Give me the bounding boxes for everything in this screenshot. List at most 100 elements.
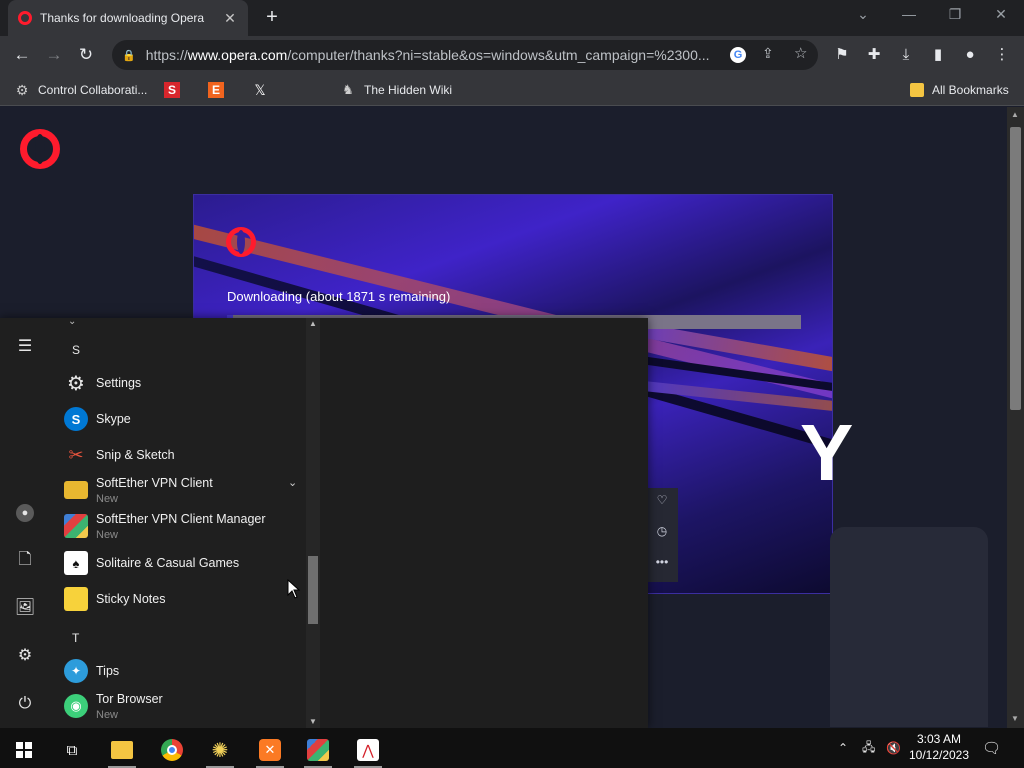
scroll-down-arrow[interactable]: ▼ xyxy=(306,716,320,728)
app-list: S ⚙ Settings S Skype ✂ Snip & Sketch Sof… xyxy=(50,318,306,728)
google-lens-icon[interactable]: G xyxy=(730,47,746,63)
browser-toolbar: ← → ↻ 🔒 https://www.opera.com/computer/t… xyxy=(0,36,1024,74)
power-icon[interactable]: ⏻ xyxy=(13,692,37,716)
app-list-scroll-thumb[interactable] xyxy=(308,556,318,624)
volume-muted-icon[interactable]: 🔇 xyxy=(886,728,901,768)
restore-button[interactable]: ❐ xyxy=(932,0,978,30)
tips-icon: ✦ xyxy=(64,659,88,683)
clock-icon[interactable]: ◷ xyxy=(654,523,670,539)
back-button[interactable]: ← xyxy=(10,43,34,67)
clock-date: 10/12/2023 xyxy=(908,748,970,762)
show-hidden-icons[interactable]: ⌃ xyxy=(838,728,848,768)
flag-icon[interactable]: ⚑ xyxy=(830,43,854,67)
taskbar-file-explorer[interactable] xyxy=(102,732,142,768)
taskbar-chrome[interactable] xyxy=(152,732,192,768)
all-bookmarks-button[interactable]: All Bookmarks xyxy=(910,80,1009,100)
notification-center-icon[interactable]: 🗨 xyxy=(982,728,1001,768)
bookmark-hidden-wiki[interactable]: ♞ The Hidden Wiki xyxy=(340,80,452,100)
scroll-up-arrow[interactable]: ▲ xyxy=(1011,110,1019,119)
section-separator: ⌄ xyxy=(68,318,77,327)
xampp-icon: ✕ xyxy=(259,739,281,761)
bookmark-e[interactable]: E xyxy=(208,80,232,100)
user-account-icon[interactable]: ● xyxy=(13,500,37,524)
share-icon[interactable]: ⇪ xyxy=(762,45,774,62)
tab-title: Thanks for downloading Opera xyxy=(40,11,205,25)
bookmark-control-collaboration[interactable]: ⚙ Control Collaborati... xyxy=(14,80,148,100)
start-rail: ☰ ● 🗋 🖼 ⚙ ⏻ xyxy=(0,318,50,728)
folder-icon xyxy=(64,481,88,499)
app-skype[interactable]: S Skype xyxy=(64,401,304,437)
acrobat-icon: ⋀ xyxy=(357,739,379,761)
download-icon[interactable]: ⤓ xyxy=(894,43,918,67)
close-window-button[interactable]: ✕ xyxy=(978,0,1024,30)
app-tips[interactable]: ✦ Tips xyxy=(64,653,304,689)
documents-icon[interactable]: 🗋 xyxy=(13,548,37,572)
start-tiles-area xyxy=(320,318,648,728)
softether-manager-icon xyxy=(64,514,88,538)
app-softether-vpn-manager[interactable]: SoftEther VPN Client Manager New xyxy=(64,508,304,544)
page-scrollbar[interactable]: ▲ ▼ xyxy=(1007,107,1024,728)
app-softether-vpn-client[interactable]: SoftEther VPN Client New xyxy=(64,472,304,508)
softether-manager-icon xyxy=(307,739,329,761)
letter-header-t[interactable]: T xyxy=(72,631,79,645)
opera-sidebar-fragment: ♡ ◷ ••• xyxy=(646,488,678,582)
bookmarks-bar: ⚙ Control Collaborati... S E 𝕏 ♞ The Hid… xyxy=(0,74,1024,106)
pictures-icon[interactable]: 🖼 xyxy=(13,596,37,620)
taskbar-app-bee[interactable]: ✺ xyxy=(200,732,240,768)
close-tab-icon[interactable]: ✕ xyxy=(222,10,238,27)
app-sticky-notes[interactable]: Sticky Notes xyxy=(64,581,304,617)
forward-button[interactable]: → xyxy=(42,43,66,67)
scroll-down-arrow[interactable]: ▼ xyxy=(1011,714,1019,723)
gear-icon: ⚙ xyxy=(67,372,85,395)
opera-logo-icon[interactable] xyxy=(20,129,60,169)
settings-gear-icon[interactable]: ⚙ xyxy=(13,644,37,668)
snip-sketch-icon: ✂ xyxy=(68,444,84,465)
extensions-icon[interactable]: ✚ xyxy=(862,43,886,67)
letter-header-s[interactable]: S xyxy=(72,343,80,357)
download-status: Downloading (about 1871 s remaining) xyxy=(227,289,451,304)
windows-start-button[interactable] xyxy=(4,732,44,768)
app-list-scrollbar[interactable]: ▲ ▼ xyxy=(306,318,320,728)
taskbar-acrobat[interactable]: ⋀ xyxy=(348,732,388,768)
taskbar-softether[interactable] xyxy=(298,732,338,768)
system-clock[interactable]: 3:03 AM 10/12/2023 xyxy=(906,731,972,763)
side-panel-icon[interactable]: ▮ xyxy=(926,43,950,67)
tab-search-icon[interactable]: ⌄ xyxy=(840,0,886,30)
taskbar-xampp[interactable]: ✕ xyxy=(250,732,290,768)
menu-kebab-icon[interactable]: ⋮ xyxy=(990,43,1014,67)
app-settings[interactable]: ⚙ Settings xyxy=(64,365,304,401)
file-explorer-icon xyxy=(111,741,133,759)
chevron-down-icon[interactable]: ⌄ xyxy=(288,476,297,489)
heart-icon[interactable]: ♡ xyxy=(654,492,670,508)
app-solitaire[interactable]: ♠ Solitaire & Casual Games xyxy=(64,545,304,581)
bookmark-x[interactable]: 𝕏 xyxy=(252,80,276,100)
mouse-cursor-icon xyxy=(287,579,301,599)
minimize-button[interactable]: — xyxy=(886,0,932,30)
task-view-button[interactable]: ⧉ xyxy=(52,732,92,768)
app-snip-sketch[interactable]: ✂ Snip & Sketch xyxy=(64,437,304,473)
taskbar: ⧉ ✺ ✕ ⋀ ⌃ 🖧 🔇 3:03 AM 10/12/2023 🗨 xyxy=(0,728,1024,768)
url-text[interactable]: https://www.opera.com/computer/thanks?ni… xyxy=(146,47,716,63)
reload-button[interactable]: ↻ xyxy=(74,43,98,67)
tab-opera-thanks[interactable]: Thanks for downloading Opera ✕ xyxy=(8,0,248,36)
hidden-wiki-icon: ♞ xyxy=(342,82,354,97)
folder-icon xyxy=(910,83,924,97)
bookmark-s[interactable]: S xyxy=(164,80,188,100)
more-icon[interactable]: ••• xyxy=(654,554,670,570)
profile-icon[interactable]: ● xyxy=(958,43,982,67)
task-view-icon: ⧉ xyxy=(66,741,78,759)
hamburger-menu-icon[interactable]: ☰ xyxy=(13,335,37,359)
network-icon[interactable]: 🖧 xyxy=(862,728,875,768)
hero-heading-fragment: Y xyxy=(800,408,854,497)
app-tor-browser[interactable]: ◉ Tor Browser New xyxy=(64,688,304,724)
opera-logo-icon xyxy=(226,227,256,257)
side-card xyxy=(830,527,988,727)
e-bookmark-icon: E xyxy=(208,82,224,98)
scroll-up-arrow[interactable]: ▲ xyxy=(306,318,320,330)
solitaire-icon: ♠ xyxy=(64,551,88,575)
bee-app-icon: ✺ xyxy=(211,739,229,762)
bookmark-star-icon[interactable]: ☆ xyxy=(794,44,807,62)
address-bar[interactable]: 🔒 https://www.opera.com/computer/thanks?… xyxy=(112,40,818,70)
new-tab-button[interactable]: + xyxy=(260,6,284,30)
page-scroll-thumb[interactable] xyxy=(1010,127,1021,410)
